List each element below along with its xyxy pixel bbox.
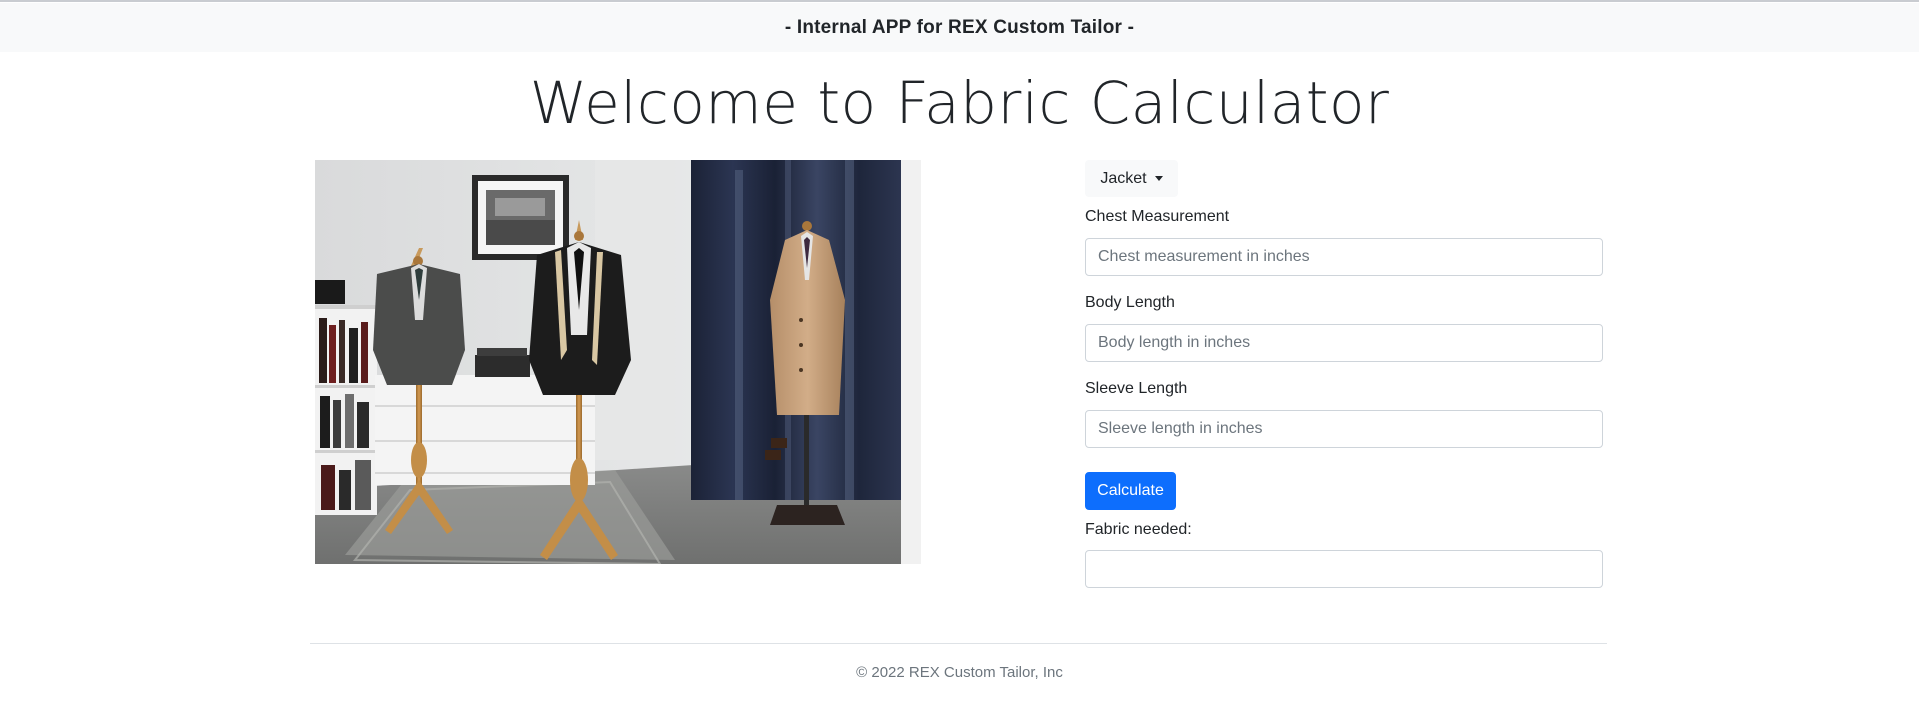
page-title: Welcome to Fabric Calculator	[529, 69, 1390, 137]
top-navbar: - Internal APP for REX Custom Tailor -	[0, 3, 1919, 52]
footer-divider	[310, 643, 1607, 644]
sleeve-length-label: Sleeve Length	[1085, 380, 1188, 397]
top-border	[0, 0, 1919, 2]
footer-copyright: © 2022 REX Custom Tailor, Inc	[856, 664, 1063, 681]
chest-input[interactable]	[1085, 238, 1603, 276]
garment-type-selected: Jacket	[1100, 169, 1147, 187]
body-length-input[interactable]	[1085, 324, 1603, 362]
sleeve-length-input[interactable]	[1085, 410, 1603, 448]
app-header-title: - Internal APP for REX Custom Tailor -	[784, 16, 1135, 38]
fabric-needed-output[interactable]	[1085, 550, 1603, 588]
calculate-button[interactable]: Calculate	[1085, 472, 1176, 510]
chest-label: Chest Measurement	[1085, 208, 1230, 225]
body-length-label: Body Length	[1085, 294, 1175, 311]
caret-down-icon	[1154, 176, 1163, 181]
fabric-needed-label: Fabric needed:	[1085, 521, 1192, 538]
tailor-shop-photo	[315, 160, 921, 564]
garment-type-dropdown[interactable]: Jacket	[1085, 160, 1178, 197]
